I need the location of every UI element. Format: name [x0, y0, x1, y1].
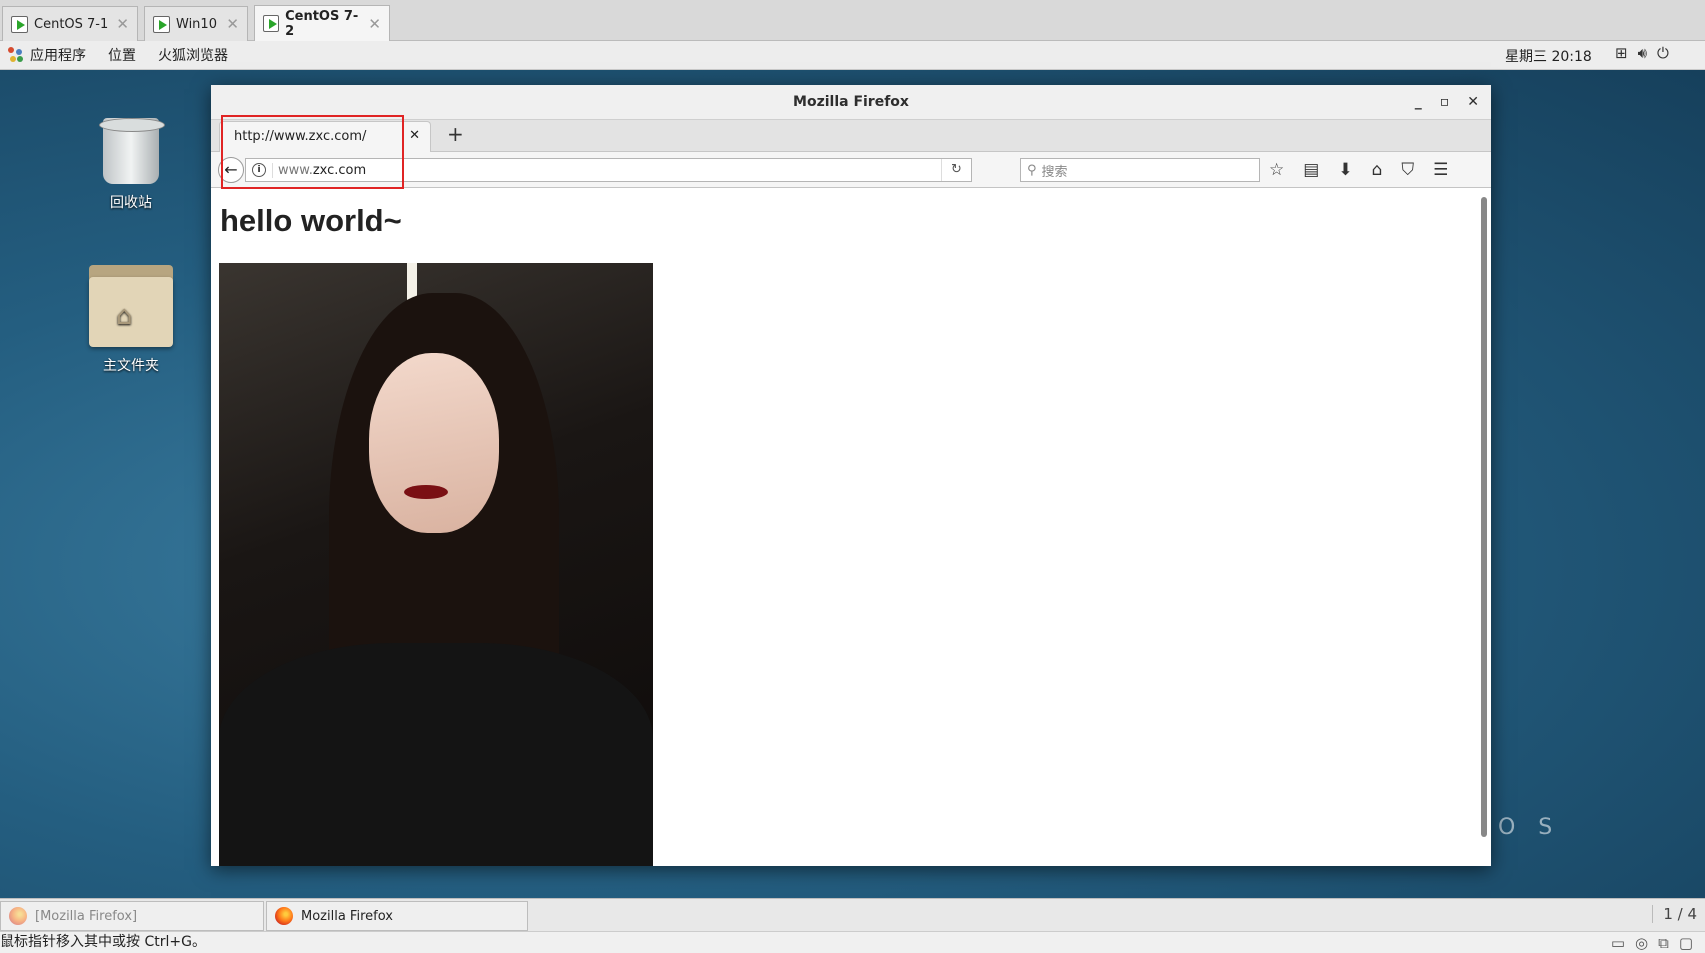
close-icon[interactable]: ✕: [368, 15, 381, 33]
host-device-icons: ▭ ◎ ⧉ ▢: [1611, 933, 1693, 953]
applications-icon: [8, 47, 24, 63]
menu-places[interactable]: 位置: [108, 45, 136, 65]
host-status-bar: 鼠标指针移入其中或按 Ctrl+G。 ▭ ◎ ⧉ ▢: [0, 931, 1705, 953]
url-text: www.zxc.com: [272, 162, 366, 178]
back-arrow-icon[interactable]: ←: [218, 157, 244, 183]
power-icon[interactable]: ⏻: [1657, 44, 1669, 62]
vm-tab-win10[interactable]: Win10 ✕: [144, 6, 248, 41]
volume-icon[interactable]: 🔊︎: [1638, 44, 1647, 62]
centos-watermark: O S: [1498, 815, 1561, 840]
vm-icon: [11, 15, 28, 33]
vm-tab-centos-7-1[interactable]: CentOS 7-1 ✕: [2, 6, 138, 41]
vertical-scrollbar[interactable]: [1481, 197, 1487, 837]
info-icon[interactable]: i: [252, 163, 266, 177]
close-icon[interactable]: ✕: [116, 15, 129, 33]
close-tab-icon[interactable]: ✕: [409, 128, 420, 143]
close-icon[interactable]: ✕: [1467, 85, 1479, 120]
host-status-text: 鼠标指针移入其中或按 Ctrl+G。: [0, 934, 206, 950]
menu-applications[interactable]: 应用程序: [30, 45, 86, 65]
trash-icon: [99, 118, 165, 184]
cd-drive-icon[interactable]: ◎: [1635, 933, 1648, 953]
search-placeholder: 搜索: [1041, 164, 1068, 180]
taskbar-item-label: [Mozilla Firefox]: [35, 908, 138, 924]
vm-tab-centos-7-2[interactable]: CentOS 7-2 ✕: [254, 5, 390, 41]
browser-tab-title: http://www.zxc.com/: [234, 129, 367, 144]
close-icon[interactable]: ✕: [226, 15, 239, 33]
hard-disk-icon[interactable]: ▭: [1611, 933, 1625, 953]
pocket-icon[interactable]: ⛉: [1401, 160, 1414, 180]
url-bar[interactable]: i www.zxc.com ↻: [245, 158, 972, 182]
page-content: hello world~: [211, 193, 1491, 866]
toolbar-icons: ☆ ▤ ⬇ ⌂ ⛉ ☰: [1269, 160, 1448, 180]
taskbar-item-firefox-minimized[interactable]: [Mozilla Firefox]: [0, 901, 264, 931]
portrait-photo: [219, 263, 653, 866]
firefox-window: Mozilla Firefox _ ▫ ✕ http://www.zxc.com…: [211, 85, 1491, 866]
home-folder-icon: ⌂: [89, 265, 173, 347]
browser-tab[interactable]: http://www.zxc.com/ ✕: [219, 121, 431, 152]
top-panel: 应用程序 位置 火狐浏览器 星期三 20:18 ⊞ 🔊︎ ⏻: [0, 41, 1705, 70]
taskbar-item-firefox[interactable]: Mozilla Firefox: [266, 901, 528, 931]
vm-tab-strip: CentOS 7-1 ✕ Win10 ✕ CentOS 7-2 ✕: [0, 0, 1705, 41]
workspace-pager[interactable]: 1 / 4: [1652, 905, 1697, 923]
hamburger-menu-icon[interactable]: ☰: [1433, 160, 1448, 180]
bookmark-star-icon[interactable]: ☆: [1269, 160, 1284, 180]
vm-tab-label: Win10: [176, 16, 217, 32]
search-input[interactable]: ⚲ 搜索: [1020, 158, 1260, 182]
bookmarks-library-icon[interactable]: ▤: [1303, 160, 1319, 180]
bottom-taskbar: [Mozilla Firefox] Mozilla Firefox 1 / 4: [0, 898, 1705, 931]
taskbar-item-label: Mozilla Firefox: [301, 908, 393, 924]
vm-tab-label: CentOS 7-2: [285, 8, 359, 39]
browser-tab-strip: http://www.zxc.com/ ✕ +: [211, 120, 1491, 152]
new-tab-icon[interactable]: +: [447, 122, 464, 146]
vm-tab-label: CentOS 7-1: [34, 16, 109, 32]
desktop-icon-home[interactable]: ⌂ 主文件夹: [76, 265, 186, 375]
window-titlebar[interactable]: Mozilla Firefox _ ▫ ✕: [211, 85, 1491, 120]
network-icon[interactable]: ⊞: [1615, 44, 1628, 62]
network-adapter-icon[interactable]: ⧉: [1658, 933, 1669, 953]
navigation-toolbar: ← i www.zxc.com ↻ ⚲ 搜索 ☆ ▤ ⬇ ⌂ ⛉ ☰: [211, 152, 1491, 188]
clock[interactable]: 星期三 20:18: [1505, 46, 1592, 66]
page-heading: hello world~: [220, 203, 402, 238]
minimize-icon[interactable]: _: [1415, 85, 1422, 120]
desktop-icon-trash[interactable]: 回收站: [76, 118, 186, 212]
window-title: Mozilla Firefox: [793, 94, 909, 110]
vm-icon: [153, 15, 170, 33]
menu-firefox[interactable]: 火狐浏览器: [158, 45, 228, 65]
desktop-icon-label: 回收站: [110, 195, 152, 211]
message-icon[interactable]: ▢: [1679, 933, 1693, 953]
firefox-icon: [9, 907, 27, 925]
desktop-icon-label: 主文件夹: [103, 358, 159, 374]
firefox-icon: [275, 907, 293, 925]
reload-icon[interactable]: ↻: [941, 159, 971, 181]
system-tray: ⊞ 🔊︎ ⏻: [1615, 44, 1669, 62]
home-icon[interactable]: ⌂: [1372, 160, 1383, 180]
downloads-icon[interactable]: ⬇: [1338, 160, 1352, 180]
maximize-icon[interactable]: ▫: [1440, 85, 1450, 120]
vm-icon: [263, 15, 280, 32]
search-icon: ⚲: [1027, 162, 1037, 178]
